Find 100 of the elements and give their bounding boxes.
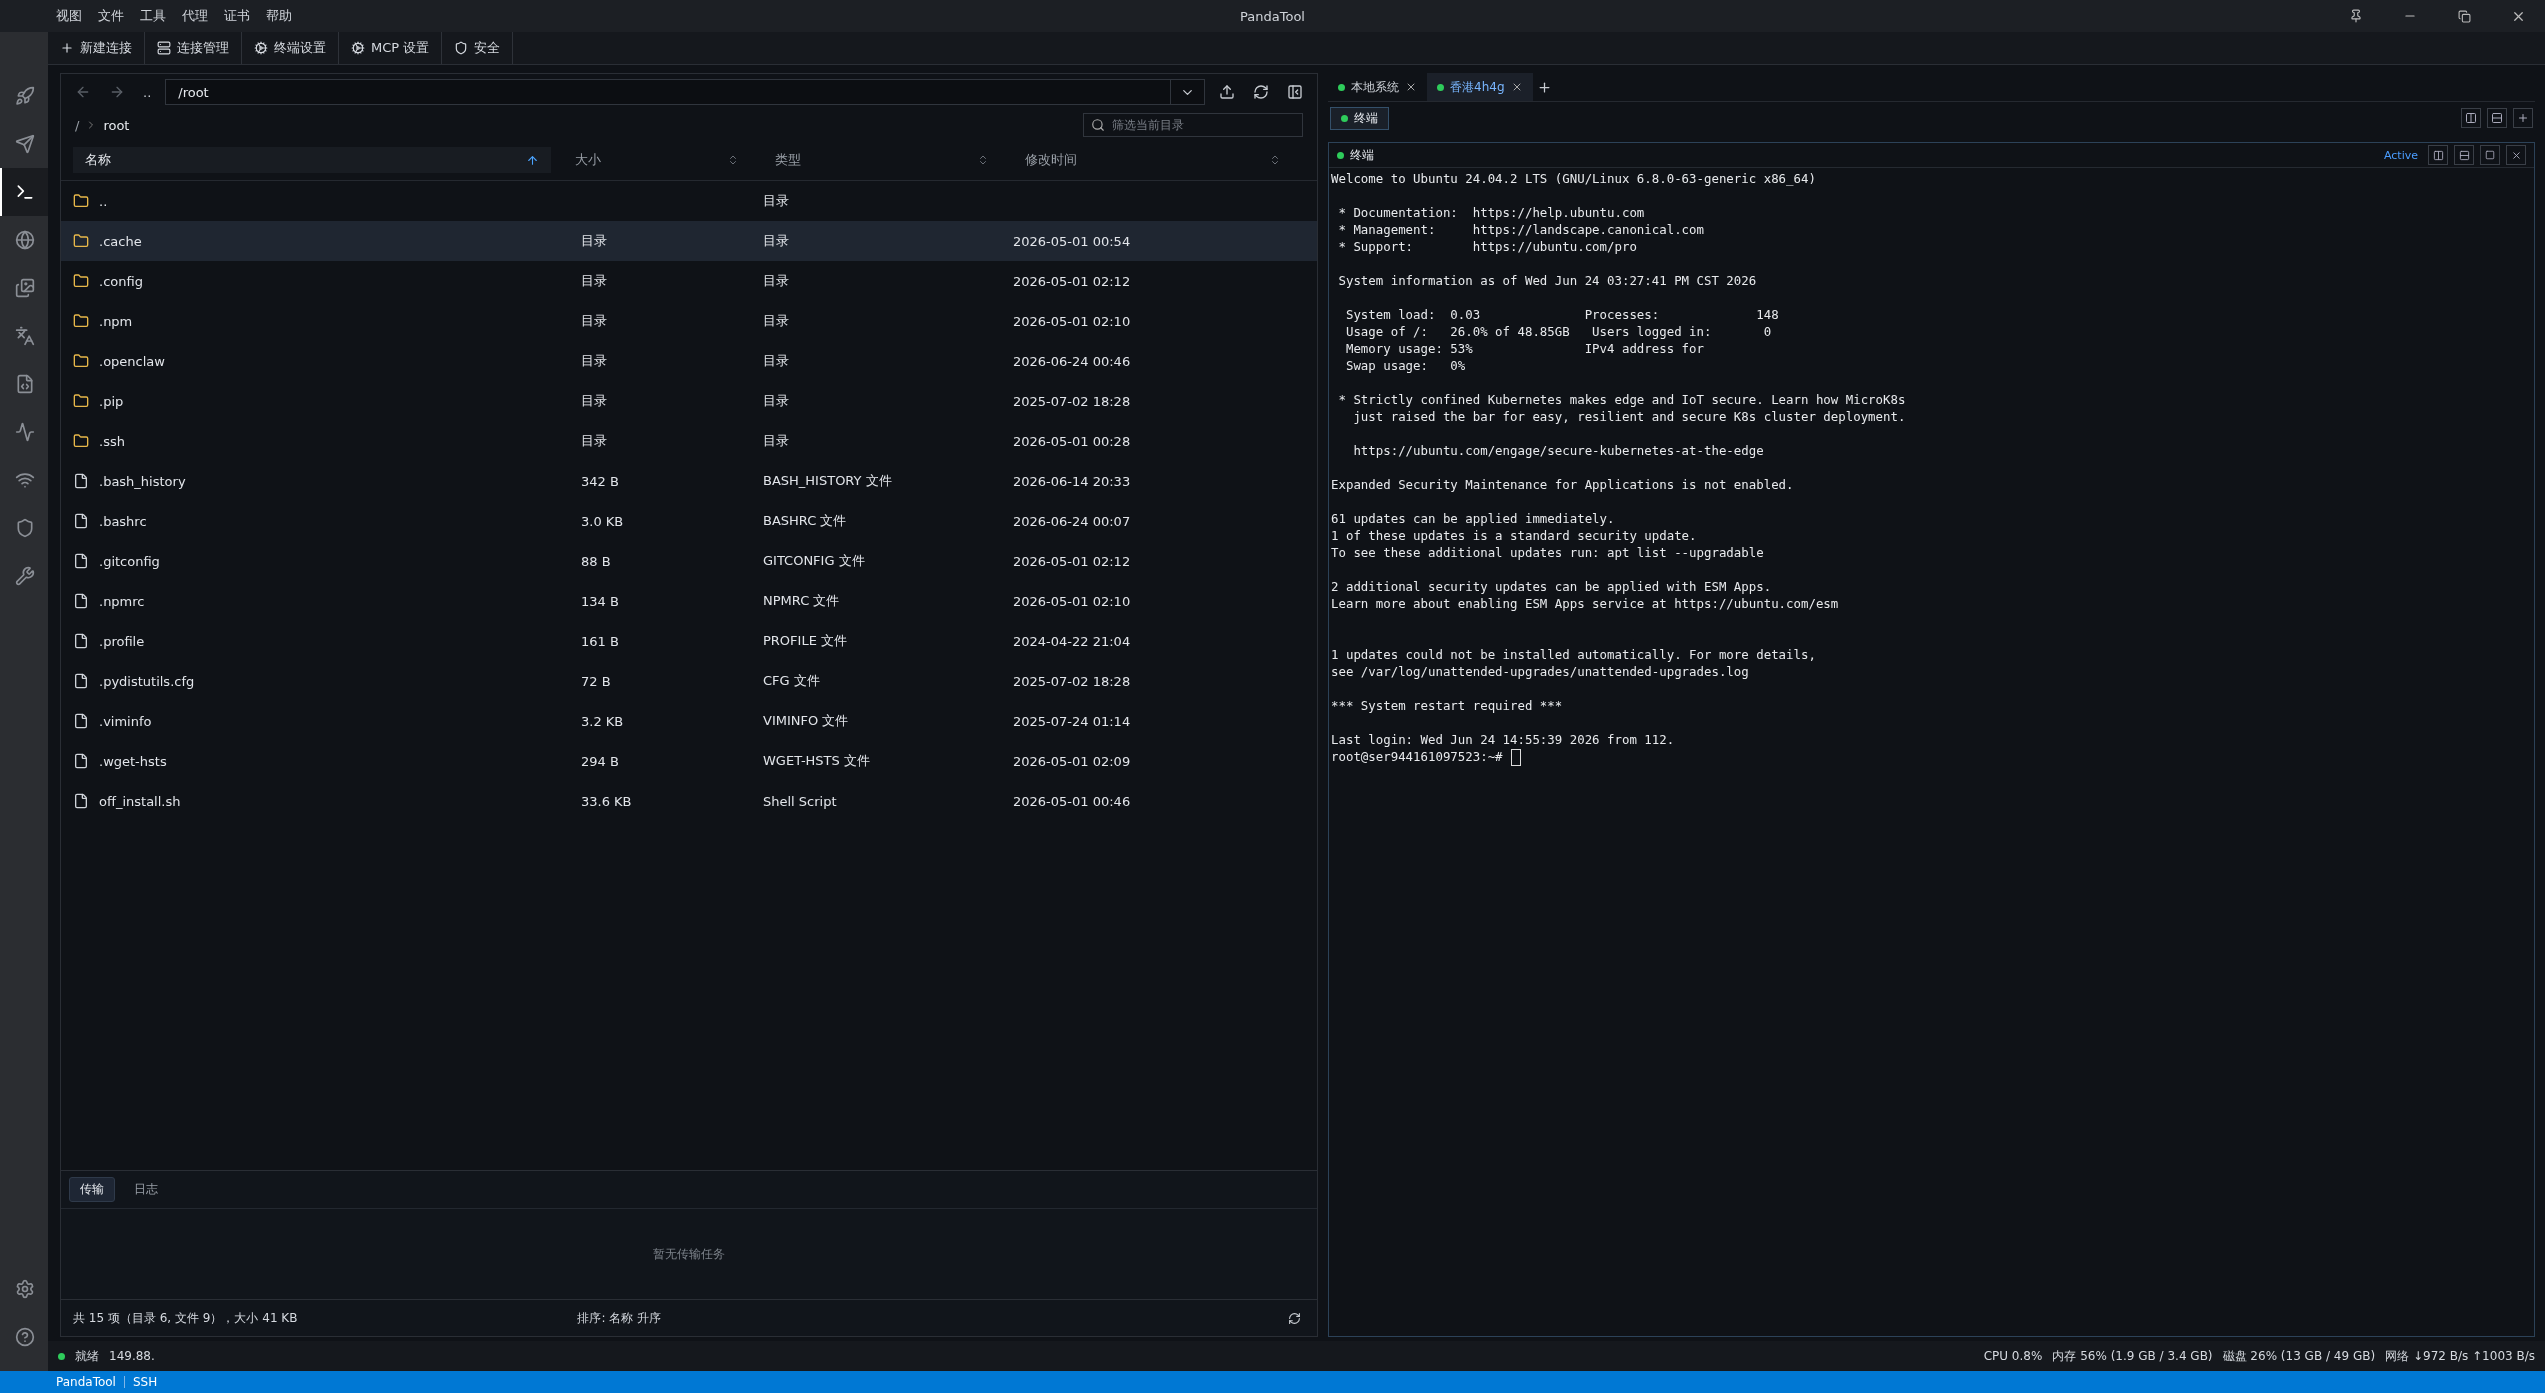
file-icon [73,713,89,729]
terminal-line: To see these additional updates run: apt list --upgradable [1331,544,1765,561]
refresh-icon [1288,1311,1301,1325]
file-row[interactable]: .npm 目录 目录 2026-05-01 02:10 [61,301,1317,341]
table-cell: 目录 [581,232,607,250]
gear-icon [254,41,268,55]
table-cell: Shell Script [763,793,837,809]
table-cell: NPMRC 文件 [763,592,840,610]
table-cell: 342 B [581,473,619,489]
code-file-icon [15,374,35,394]
menu-item[interactable]: 文件 [98,7,124,25]
menu-item[interactable]: 证书 [224,7,250,25]
table-cell: BASH_HISTORY 文件 [763,472,892,490]
file-icon [73,553,89,569]
table-cell: 目录 [763,392,789,410]
table-cell: 2026-06-24 00:07 [1013,513,1131,529]
add-button[interactable] [2513,108,2533,128]
menu-item[interactable]: 工具 [140,7,166,25]
maximize-button[interactable] [2480,145,2500,165]
split-horizontal-button[interactable] [2454,145,2474,165]
wifi-icon [15,470,35,490]
session-tab[interactable]: 本地系统 [1328,73,1427,101]
file-name: .bash_history [99,473,186,489]
table-cell: 2026-05-01 02:12 [1013,273,1131,289]
session-tab[interactable]: 香港4h4g [1427,73,1533,101]
table-cell: 目录 [581,352,607,370]
column-header[interactable]: 名称 [73,147,551,173]
toolbar-button[interactable]: MCP 设置 [339,32,443,64]
terminal-line: Welcome to Ubuntu 24.04.2 LTS (GNU/Linux 6.8.0-63-generic x86_64) [1331,170,1817,187]
terminal-line: Swap usage: 0% [1344,357,1467,374]
split-vertical-button[interactable] [2428,145,2448,165]
split-vertical-button[interactable] [2461,108,2481,128]
parent-folder-button[interactable]: .. [139,80,156,104]
file-row[interactable]: .. 目录 [61,181,1317,221]
terminal-tab[interactable]: 终端 [1330,106,1389,130]
terminal-line: * Management: https://landscape.canonical.com [1337,221,1705,238]
file-name: .cache [99,233,142,249]
column-header[interactable]: 修改时间 [1013,147,1293,173]
menu-item[interactable]: 代理 [182,7,208,25]
file-row[interactable]: .npmrc 134 B NPMRC 文件 2026-05-01 02:10 [61,581,1317,621]
pulse-icon [15,422,35,442]
file-row[interactable]: .cache 目录 目录 2026-05-01 00:54 [61,221,1317,261]
file-row[interactable]: .bashrc 3.0 KB BASHRC 文件 2026-06-24 00:07 [61,501,1317,541]
filter-field[interactable]: 筛选当前目录 [1083,113,1303,137]
file-row[interactable]: .ssh 目录 目录 2026-05-01 00:28 [61,421,1317,461]
file-row[interactable]: .config 目录 目录 2026-05-01 02:12 [61,261,1317,301]
terminal-icon [15,182,35,202]
terminal-line: System information as of Wed Jun 24 03:27:41 PM CST 2026 [1337,272,1758,289]
sort-icon [1269,154,1281,166]
address-text: 149.88. [109,1349,155,1363]
file-name: .bashrc [99,513,147,529]
sort-arrow-icon [526,153,539,167]
shield-icon [454,41,469,55]
file-name: .config [99,273,143,289]
upload-icon [1219,84,1235,100]
table-cell: GITCONFIG 文件 [763,552,865,570]
file-row[interactable]: .viminfo 3.2 KB VIMINFO 文件 2025-07-24 01:14 [61,701,1317,741]
toolbar-button[interactable]: 终端设置 [242,32,339,64]
file-row[interactable]: .pip 目录 目录 2025-07-02 18:28 [61,381,1317,421]
table-cell: 2025-07-02 18:28 [1013,673,1131,689]
table-cell: 3.2 KB [581,713,624,729]
memory-text: 内存 56% (1.9 GB / 3.4 GB) [2052,1347,2213,1365]
tab[interactable]: 传输 [69,1177,115,1202]
table-cell: 3.0 KB [581,513,624,529]
folder-icon [73,193,89,209]
file-row[interactable]: .openclaw 目录 目录 2026-06-24 00:46 [61,341,1317,381]
column-header[interactable]: 类型 [763,147,1001,173]
terminal-button[interactable] [0,168,48,216]
toolbar-button[interactable]: 连接管理 [145,32,242,64]
table-cell: 目录 [763,192,789,210]
close-button[interactable] [2506,145,2526,165]
status-text: 就绪 [75,1347,99,1365]
terminal-line: see /var/log/unattended-upgrades/unattended-upgrades.log [1331,663,1750,680]
table-cell: 33.6 KB [581,793,632,809]
terminal-line: just raised the bar for easy, resilient and secure K8s cluster deployment. [1352,408,1907,425]
tab[interactable]: 日志 [123,1177,169,1202]
table-cell: 88 B [581,553,611,569]
file-row[interactable]: .bash_history 342 B BASH_HISTORY 文件 2026-06-14 20:33 [61,461,1317,501]
status-dot [1437,83,1444,91]
file-row[interactable]: .gitconfig 88 B GITCONFIG 文件 2026-05-01 02:12 [61,541,1317,581]
globe-icon [15,230,35,250]
status-dot [1341,114,1348,122]
file-row[interactable]: .wget-hsts 294 B WGET-HSTS 文件 2026-05-01 02:09 [61,741,1317,781]
split-horizontal-button[interactable] [2487,108,2507,128]
path-field[interactable]: /root [165,79,1171,105]
help-icon [15,1327,35,1347]
breadcrumb-item[interactable]: / [75,117,80,133]
menu-item[interactable]: 视图 [56,7,82,25]
breadcrumb-item[interactable]: root [103,117,130,133]
window-title: PandaTool [1240,8,1305,24]
menu-item[interactable]: 帮助 [266,7,292,25]
file-row[interactable]: off_install.sh 33.6 KB Shell Script 2026-05-01 00:46 [61,781,1317,821]
terminal-line: 1 of these updates is a standard security update. [1331,527,1698,544]
cursor [1510,749,1521,766]
toolbar-button[interactable]: 安全 [442,32,514,64]
toolbar-button[interactable]: 新建连接 [48,32,145,64]
file-row[interactable]: .pydistutils.cfg 72 B CFG 文件 2025-07-02 18:28 [61,661,1317,701]
file-row[interactable]: .profile 161 B PROFILE 文件 2024-04-22 21:04 [61,621,1317,661]
column-header[interactable]: 大小 [563,147,751,173]
network-text: 网络 ↓972 B/s ↑1003 B/s [2385,1347,2535,1365]
